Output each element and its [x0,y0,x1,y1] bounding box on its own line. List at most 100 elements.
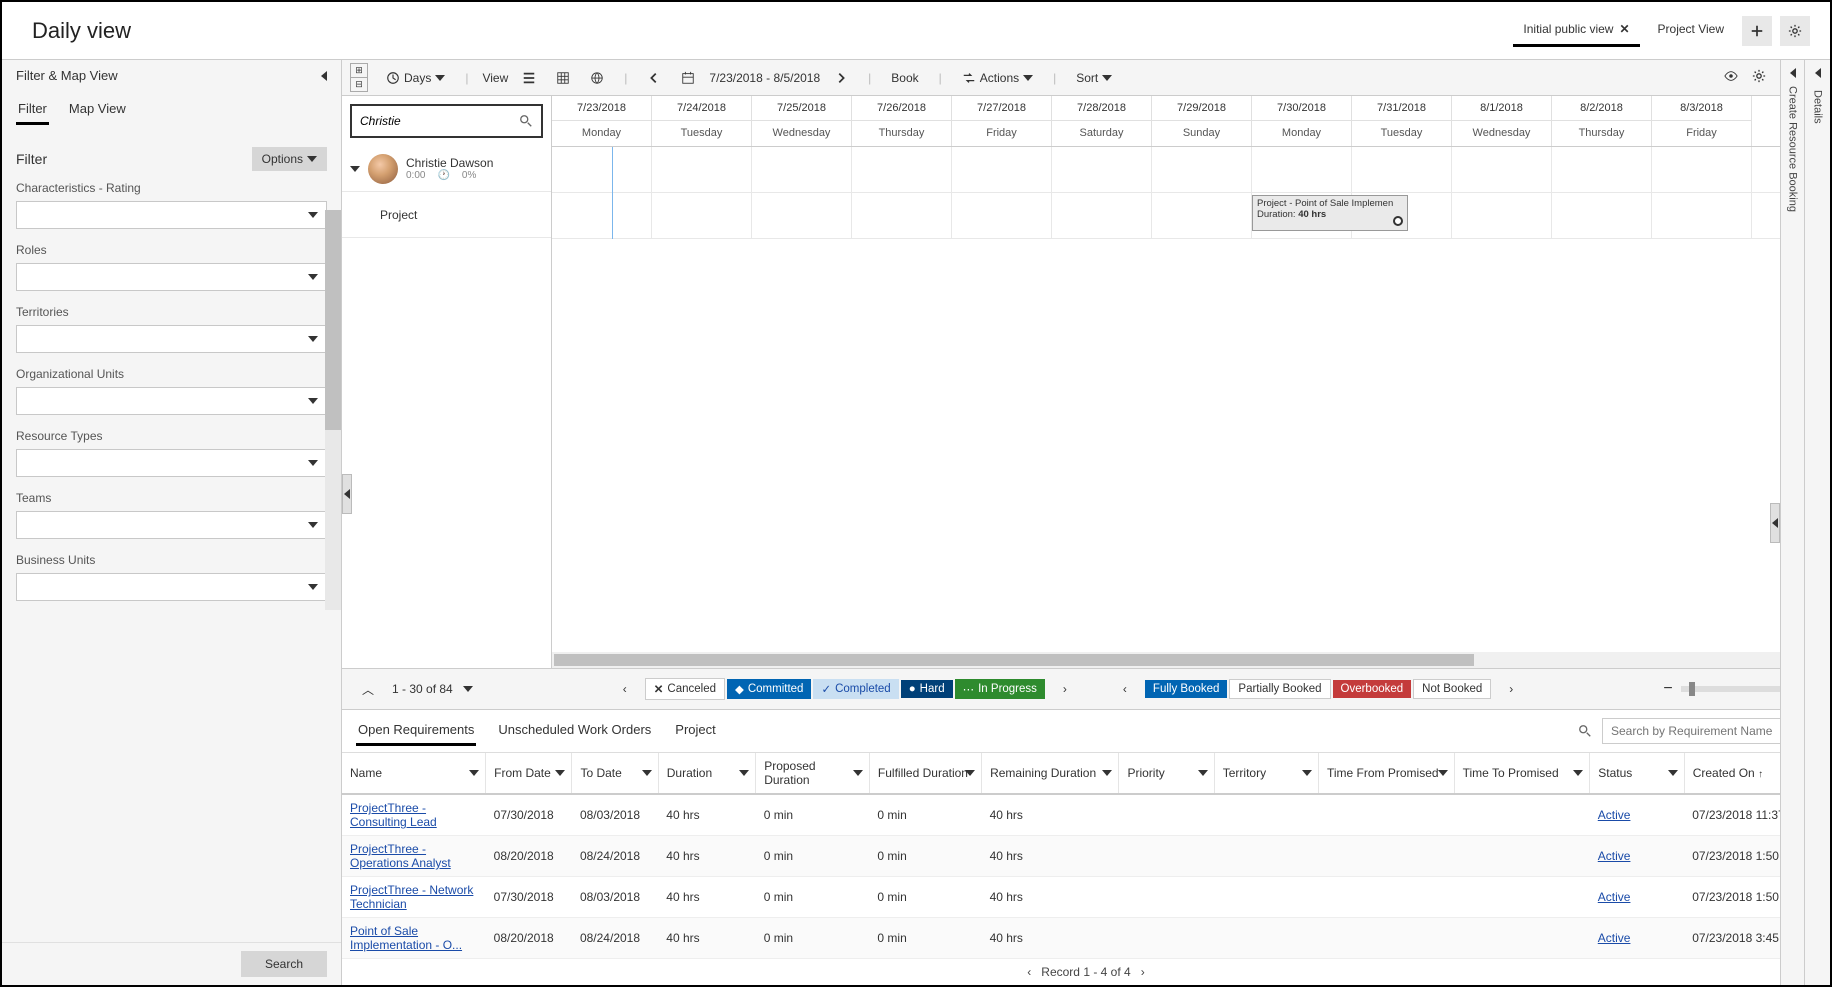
column-header[interactable]: Fulfilled Duration [869,753,981,794]
status-canceled[interactable]: ✕Canceled [645,678,725,700]
column-header[interactable]: From Date [486,753,572,794]
project-row[interactable]: Project [342,192,551,238]
status-link[interactable]: Active [1598,849,1631,863]
calendar-icon[interactable] [675,67,701,89]
column-header[interactable]: Territory [1214,753,1318,794]
actions-dropdown[interactable]: Actions [956,67,1039,89]
status-bar: ︿ 1 - 30 of 84 ‹ ✕Canceled ◆ Committed ✓… [342,669,1830,709]
table-row[interactable]: Point of Sale Implementation - O...08/20… [342,918,1830,959]
column-header[interactable]: Priority [1119,753,1214,794]
page-up-icon[interactable]: ︿ [354,679,382,700]
chevron-left-icon[interactable] [1790,68,1796,78]
tab-open-requirements[interactable]: Open Requirements [356,716,476,746]
gantt-grid[interactable]: 7/23/2018Monday7/24/2018Tuesday7/25/2018… [552,96,1830,668]
create-booking-rail[interactable]: Create Resource Booking [1780,60,1804,985]
zoom-out-icon[interactable]: − [1663,680,1672,698]
filter-select[interactable] [16,201,327,229]
expand-collapse-buttons[interactable]: ⊞⊟ [350,63,368,92]
column-header[interactable]: Proposed Duration [756,753,870,794]
filter-select[interactable] [16,263,327,291]
filter-label: Territories [16,305,327,319]
view-tab-project[interactable]: Project View [1648,14,1734,47]
details-rail[interactable]: Details [1804,60,1830,985]
table-row[interactable]: ProjectThree - Operations Analyst08/20/2… [342,836,1830,877]
expand-all-icon[interactable]: ⊞ [351,64,367,78]
booking-bar[interactable]: Project - Point of Sale Implemen Duratio… [1252,195,1408,231]
status-committed[interactable]: ◆ Committed [727,679,811,699]
sidebar-tab-filter[interactable]: Filter [16,95,49,125]
column-header[interactable]: Time To Promised [1454,753,1590,794]
gantt-hscroll[interactable] [552,652,1830,668]
column-header[interactable]: Remaining Duration [982,753,1119,794]
globe-icon[interactable] [584,67,610,89]
filter-label: Characteristics - Rating [16,181,327,195]
view-tab-initial[interactable]: Initial public view✕ [1513,14,1639,47]
sidebar-tab-map[interactable]: Map View [67,95,128,125]
column-header[interactable]: Status [1590,753,1684,794]
filter-select[interactable] [16,511,327,539]
page-size-dropdown[interactable] [463,686,473,692]
filter-select[interactable] [16,325,327,353]
content: ⊞⊟ Days | View | 7/23/2018 - 8/5/2018 | … [342,60,1830,985]
column-header[interactable]: To Date [572,753,658,794]
requirement-link[interactable]: ProjectThree - Operations Analyst [350,842,451,870]
column-header[interactable]: Duration [658,753,755,794]
status-link[interactable]: Active [1598,890,1631,904]
column-header[interactable]: Name [342,753,486,794]
add-view-button[interactable] [1742,16,1772,46]
table-row[interactable]: ProjectThree - Consulting Lead07/30/2018… [342,794,1830,836]
sidebar-scrollbar[interactable] [325,210,341,610]
sidebar-handle[interactable] [342,474,352,514]
requirement-link[interactable]: Point of Sale Implementation - O... [350,924,462,952]
tab-unscheduled[interactable]: Unscheduled Work Orders [496,716,653,746]
status-completed[interactable]: ✓ Completed [813,679,898,699]
legend2-next[interactable]: › [1501,680,1521,698]
list-view-icon[interactable] [516,67,542,89]
resource-row[interactable]: Christie Dawson 0:00🕐0% [342,146,551,192]
right-handle[interactable] [1770,503,1780,543]
filter-select[interactable] [16,387,327,415]
chevron-left-icon[interactable] [1815,68,1821,78]
filter-body: Characteristics - RatingRolesTerritories… [2,181,341,942]
options-button[interactable]: Options [252,147,327,171]
status-fullybooked[interactable]: Fully Booked [1145,680,1227,698]
status-link[interactable]: Active [1598,931,1631,945]
close-icon[interactable]: ✕ [1619,22,1629,36]
legend2-prev[interactable]: ‹ [1115,680,1135,698]
requirement-search-input[interactable] [1602,718,1792,744]
prev-period-button[interactable] [641,67,667,89]
gear-icon[interactable] [1780,16,1810,46]
collapse-all-icon[interactable]: ⊟ [351,78,367,91]
search-icon[interactable] [519,114,533,128]
table-row[interactable]: ProjectThree - Network Technician07/30/2… [342,877,1830,918]
tab-project[interactable]: Project [673,716,717,746]
search-icon[interactable] [1578,724,1592,738]
legend-next[interactable]: › [1055,680,1075,698]
settings-icon[interactable] [1752,69,1766,86]
sort-dropdown[interactable]: Sort [1070,67,1118,89]
status-inprogress[interactable]: ⋯ In Progress [955,679,1045,699]
book-dropdown[interactable]: Book [885,67,924,89]
requirement-link[interactable]: ProjectThree - Network Technician [350,883,473,911]
page-prev[interactable]: ‹ [1027,965,1031,979]
grid-view-icon[interactable] [550,67,576,89]
column-header[interactable]: Time From Promised [1319,753,1455,794]
eye-icon[interactable] [1724,69,1738,86]
chevron-down-icon[interactable] [350,166,360,172]
status-partially[interactable]: Partially Booked [1229,679,1330,699]
status-notbooked[interactable]: Not Booked [1413,679,1491,699]
next-period-button[interactable] [828,67,854,89]
filter-select[interactable] [16,449,327,477]
requirement-link[interactable]: ProjectThree - Consulting Lead [350,801,437,829]
resource-search-input[interactable] [350,104,543,138]
status-hard[interactable]: ● Hard [901,680,953,698]
time-scale-dropdown[interactable]: Days [380,67,451,89]
legend-prev[interactable]: ‹ [615,680,635,698]
status-overbooked[interactable]: Overbooked [1333,680,1412,698]
search-button[interactable]: Search [241,951,327,977]
page-title: Daily view [32,18,131,44]
page-next[interactable]: › [1141,965,1145,979]
status-link[interactable]: Active [1598,808,1631,822]
collapse-sidebar-icon[interactable] [321,71,327,81]
filter-select[interactable] [16,573,327,601]
